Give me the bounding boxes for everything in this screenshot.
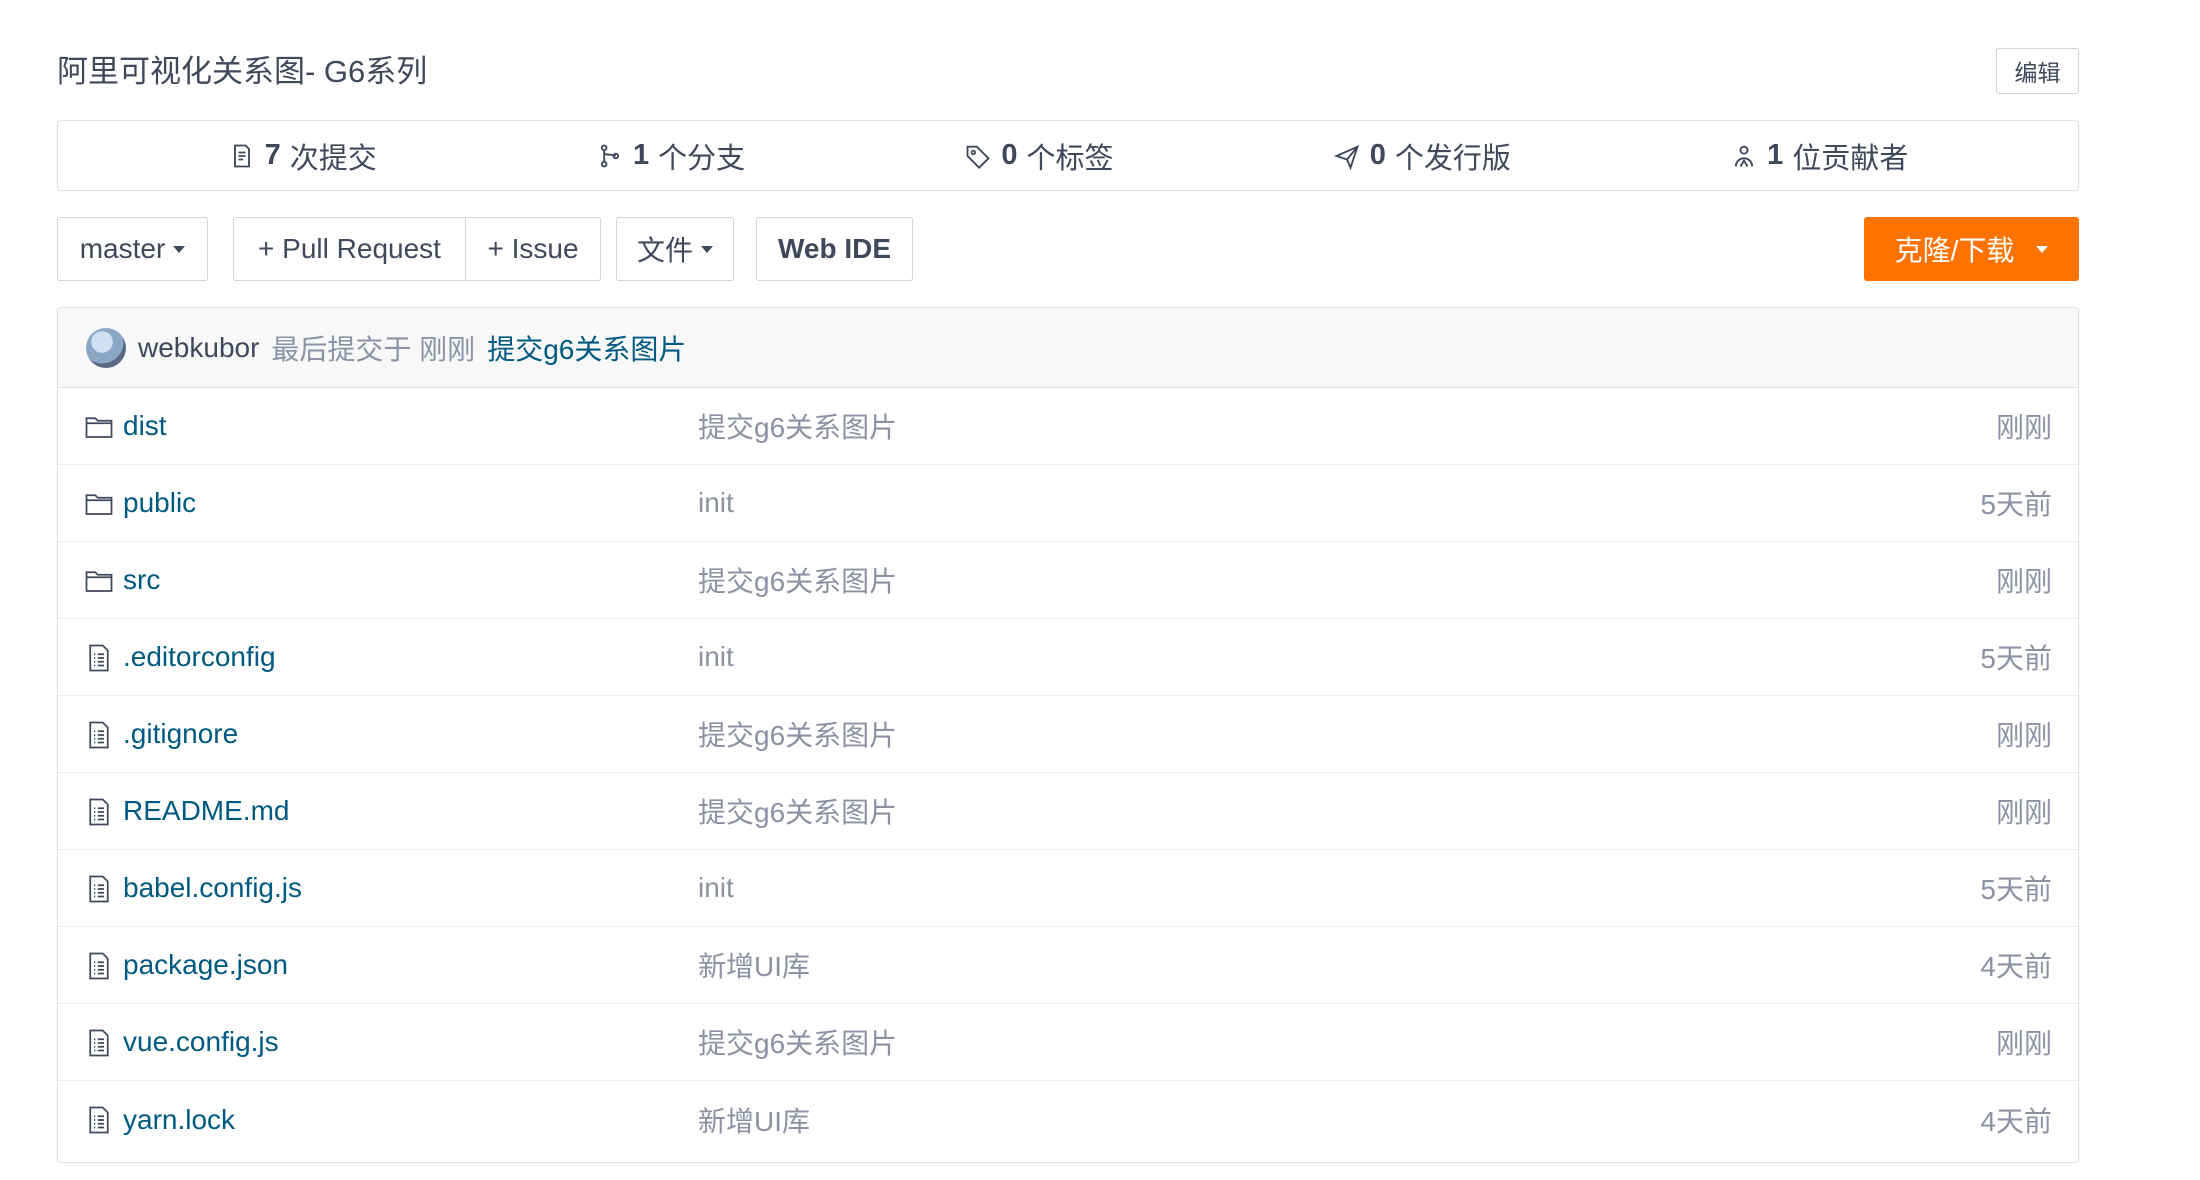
avatar[interactable] [86, 327, 126, 368]
file-icon [84, 643, 114, 673]
stat-branches[interactable]: 1 个分支 [596, 135, 745, 177]
stat-count: 1 [633, 139, 650, 171]
repo-stats-bar: 7 次提交 1 个分支 0 个标签 0 个发行版 1 位贡献者 [57, 120, 2079, 191]
latest-commit-bar: webkubor 最后提交于 刚刚 提交g6关系图片 [58, 308, 2078, 388]
commit-message-link[interactable]: 提交g6关系图片 [487, 328, 686, 368]
file-rows: dist 提交g6关系图片 刚刚 public init 5天前 src 提交g6关系图片 刚刚… [58, 388, 2078, 1158]
stat-label: 个标签 [1026, 142, 1114, 175]
repo-page: 阿里可视化关系图- G6系列 编辑 7 次提交 1 个分支 0 个标签 0 个发… [0, 0, 2200, 1180]
file-commit-message[interactable]: 提交g6关系图片 [698, 1022, 897, 1062]
file-commit-message[interactable]: init [698, 641, 734, 673]
file-icon [84, 797, 114, 827]
file-icon [84, 951, 114, 981]
file-commit-message[interactable]: 提交g6关系图片 [698, 714, 897, 754]
file-commit-time: 4天前 [1980, 951, 2052, 982]
folder-icon [84, 412, 114, 442]
stat-count: 0 [1369, 139, 1386, 171]
stat-tags[interactable]: 0 个标签 [964, 135, 1114, 177]
file-icon [84, 1105, 114, 1135]
stat-label: 位贡献者 [1792, 142, 1909, 175]
file-commit-time: 刚刚 [1995, 797, 2052, 828]
stat-releases[interactable]: 0 个发行版 [1333, 135, 1511, 177]
file-row[interactable]: vue.config.js 提交g6关系图片 刚刚 [58, 1004, 2078, 1081]
file-row[interactable]: babel.config.js init 5天前 [58, 850, 2078, 927]
tag-icon [966, 145, 991, 169]
file-row[interactable]: src 提交g6关系图片 刚刚 [58, 542, 2078, 619]
file-row[interactable]: package.json 新增UI库 4天前 [58, 927, 2078, 1004]
file-commit-time: 刚刚 [1995, 566, 2052, 597]
folder-icon [84, 489, 114, 519]
file-name-link[interactable]: src [123, 564, 160, 596]
file-name-link[interactable]: .gitignore [123, 718, 238, 750]
stat-label: 次提交 [289, 142, 377, 175]
file-row[interactable]: yarn.lock 新增UI库 4天前 [58, 1081, 2078, 1158]
file-commit-message[interactable]: 提交g6关系图片 [698, 560, 897, 600]
folder-icon [84, 566, 114, 596]
file-row[interactable]: .editorconfig init 5天前 [58, 619, 2078, 696]
file-commit-message[interactable]: 新增UI库 [698, 945, 810, 985]
stat-count: 1 [1767, 139, 1784, 171]
file-menu-label: 文件 [636, 235, 693, 266]
file-row[interactable]: .gitignore 提交g6关系图片 刚刚 [58, 696, 2078, 773]
release-icon [1333, 144, 1359, 170]
file-row[interactable]: public init 5天前 [58, 465, 2078, 542]
stat-count: 0 [1001, 139, 1018, 171]
branch-icon [600, 144, 620, 167]
clone-download-button[interactable]: 克隆/下载 [1864, 217, 2079, 281]
chevron-down-icon [701, 245, 713, 253]
file-name-link[interactable]: babel.config.js [123, 872, 302, 904]
edit-button[interactable]: 编辑 [1996, 48, 2079, 94]
clone-download-label: 克隆/下载 [1894, 235, 2015, 266]
file-commit-time: 4天前 [1980, 1105, 2052, 1137]
file-name-link[interactable]: vue.config.js [123, 1026, 279, 1058]
file-row[interactable]: dist 提交g6关系图片 刚刚 [58, 388, 2078, 465]
file-row[interactable]: README.md 提交g6关系图片 刚刚 [58, 773, 2078, 850]
file-name-link[interactable]: dist [123, 410, 167, 442]
file-commit-time: 刚刚 [1995, 720, 2052, 751]
chevron-down-icon [173, 245, 186, 253]
file-commit-time: 5天前 [1980, 874, 2052, 905]
file-commit-time: 刚刚 [1995, 412, 2052, 443]
file-commit-time: 5天前 [1980, 489, 2052, 520]
stat-commits[interactable]: 7 次提交 [228, 135, 377, 177]
branch-select[interactable]: master [57, 217, 208, 281]
file-icon [84, 874, 114, 904]
file-commit-message[interactable]: init [698, 487, 734, 519]
contributors-icon [1735, 145, 1754, 167]
new-pull-request-button[interactable]: + Pull Request [233, 217, 466, 281]
web-ide-button[interactable]: Web IDE [756, 217, 913, 281]
file-commit-message[interactable]: 新增UI库 [698, 1100, 810, 1140]
chevron-down-icon [2036, 245, 2049, 253]
stat-count: 7 [264, 139, 281, 171]
repo-title: 阿里可视化关系图- G6系列 [57, 54, 428, 89]
file-list: webkubor 最后提交于 刚刚 提交g6关系图片 dist 提交g6关系图片刚… [57, 307, 2079, 1163]
create-button-group: + Pull Request + Issue [233, 217, 601, 281]
file-commit-message[interactable]: 提交g6关系图片 [698, 406, 897, 446]
file-menu-button[interactable]: 文件 [616, 217, 734, 281]
stat-label: 个发行版 [1394, 142, 1511, 175]
file-name-link[interactable]: .editorconfig [123, 641, 276, 673]
commit-meta: 最后提交于 刚刚 [271, 333, 476, 365]
file-name-link[interactable]: README.md [123, 795, 289, 827]
file-commit-time: 刚刚 [1995, 1028, 2052, 1059]
file-commit-message[interactable]: 提交g6关系图片 [698, 791, 897, 831]
stat-label: 个分支 [658, 142, 746, 175]
file-name-link[interactable]: package.json [123, 949, 288, 981]
file-name-link[interactable]: public [123, 487, 196, 519]
commit-icon [233, 144, 250, 167]
file-name-link[interactable]: yarn.lock [123, 1104, 235, 1136]
commit-author[interactable]: webkubor [138, 332, 259, 364]
new-issue-button[interactable]: + Issue [466, 217, 601, 281]
file-icon [84, 720, 114, 750]
stat-contributors[interactable]: 1 位贡献者 [1730, 135, 1908, 177]
file-commit-time: 5天前 [1980, 643, 2052, 674]
file-icon [84, 1028, 114, 1058]
branch-select-label: master [79, 233, 166, 264]
file-commit-message[interactable]: init [698, 872, 734, 904]
